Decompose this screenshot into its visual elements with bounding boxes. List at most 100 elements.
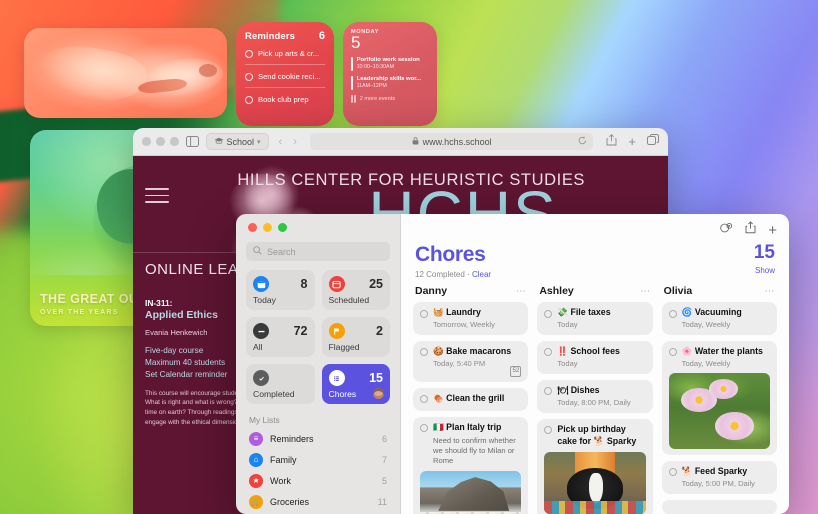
reminder-card[interactable]: Pick up birthday cake for 🐕 Sparky xyxy=(537,418,653,514)
attachment-badge[interactable]: 52 xyxy=(510,365,522,377)
task-meta: Today, Weekly xyxy=(681,319,731,329)
show-completed-button[interactable]: Show xyxy=(754,266,775,275)
sidebar-toggle-icon[interactable] xyxy=(185,136,199,147)
reminder-card[interactable]: 🌀 Vacuuming Today, Weekly xyxy=(661,302,777,335)
reminders-widget-item[interactable]: Book club prep xyxy=(245,88,325,110)
checkbox-circle-icon[interactable] xyxy=(245,72,253,81)
calendar-widget-more-events[interactable]: 2 more events xyxy=(351,94,429,103)
checkbox-circle-icon[interactable] xyxy=(544,309,553,318)
search-icon xyxy=(253,246,262,257)
safari-toolbar-right[interactable]: + xyxy=(606,133,659,151)
list-icon: ≡ xyxy=(249,431,263,446)
new-tab-icon[interactable]: + xyxy=(628,135,636,148)
tab-group-school[interactable]: School ▾ xyxy=(205,133,269,150)
checkbox-circle-icon[interactable] xyxy=(544,426,553,435)
task-emoji-icon: 🧺 xyxy=(433,307,444,317)
minimize-window-button[interactable] xyxy=(263,223,272,232)
share-people-icon[interactable] xyxy=(720,221,733,239)
checkbox-circle-icon[interactable] xyxy=(245,95,253,104)
forward-icon[interactable]: › xyxy=(293,136,297,148)
column-menu-button[interactable]: ⋯ xyxy=(640,286,651,297)
checkbox-circle-icon[interactable] xyxy=(420,424,428,433)
maximize-window-button[interactable] xyxy=(278,223,287,232)
reminders-app-window[interactable]: Search 8 Today 25 Scheduled 72 All 2 Fla… xyxy=(236,214,789,514)
photos-widget[interactable] xyxy=(24,28,227,118)
maximize-window-button[interactable] xyxy=(170,137,179,146)
task-emoji-icon: 🌸 xyxy=(681,345,693,356)
checkbox-circle-icon[interactable] xyxy=(544,348,553,357)
close-window-button[interactable] xyxy=(142,137,151,146)
task-attachment-image[interactable] xyxy=(544,452,646,514)
scheduled-icon xyxy=(328,276,345,292)
task-attachment-image[interactable] xyxy=(420,471,522,514)
calendar-widget-event[interactable]: Leadership skills wor... 11AM–12PM xyxy=(351,75,429,90)
task-attachment-image[interactable] xyxy=(668,372,770,449)
reminder-card[interactable]: 🍽 Dishes Today, 8:00 PM, Daily xyxy=(537,379,653,413)
dog-fur-shape xyxy=(36,39,150,109)
checkbox-circle-icon[interactable] xyxy=(420,348,428,357)
checkbox-circle-icon[interactable] xyxy=(245,49,253,58)
task-title: Vacuuming xyxy=(694,307,742,317)
flagged-label: Flagged xyxy=(328,342,360,352)
sidebar-item-flagged[interactable]: 2 Flagged xyxy=(321,317,390,357)
add-icon[interactable]: + xyxy=(768,223,777,238)
minimize-window-button[interactable] xyxy=(156,137,165,146)
column-menu-button[interactable]: ⋯ xyxy=(764,286,775,297)
reminder-card[interactable]: 💸 File taxes Today xyxy=(537,302,653,335)
task-title: Dishes xyxy=(570,384,600,395)
share-icon[interactable] xyxy=(745,221,756,239)
sidebar-item-today[interactable]: 8 Today xyxy=(246,270,315,310)
hamburger-menu-icon[interactable] xyxy=(145,188,169,208)
task-meta: Today, Weekly xyxy=(681,358,731,368)
task-title: Water the plants xyxy=(694,345,763,356)
reminder-card[interactable]: ‼️ School fees Today xyxy=(537,340,653,374)
my-lists-header: My Lists xyxy=(249,415,280,425)
tab-overview-icon[interactable] xyxy=(647,133,659,151)
sidebar-item-chores[interactable]: 15 Chores xyxy=(321,364,390,404)
safari-toolbar: School ▾ ‹ › www.hchs.school + xyxy=(133,128,668,156)
clear-completed-button[interactable]: Clear xyxy=(472,270,491,279)
column-menu-button[interactable]: ⋯ xyxy=(516,286,527,297)
search-input[interactable]: Search xyxy=(246,242,390,261)
sidebar-item-completed[interactable]: Completed xyxy=(246,364,315,404)
lock-icon xyxy=(412,136,419,147)
sidebar-list-item-family[interactable]: ⌂ Family 7 xyxy=(246,449,390,470)
task-title: Laundry xyxy=(446,307,481,317)
window-traffic-lights[interactable] xyxy=(142,137,179,146)
address-bar[interactable]: www.hchs.school xyxy=(309,133,594,150)
window-traffic-lights[interactable] xyxy=(246,214,390,242)
flower-shape xyxy=(709,378,738,399)
reminder-card[interactable]: 🌸 Water the plants Today, Weekly xyxy=(661,340,777,455)
sidebar-list-item-work[interactable]: ★ Work 5 xyxy=(246,470,390,491)
close-window-button[interactable] xyxy=(248,223,257,232)
reminder-card[interactable]: 🧺 Laundry Tomorrow, Weekly xyxy=(413,302,529,335)
more-events-label: 2 more events xyxy=(359,95,396,102)
sidebar-list-item-groceries[interactable]: 🛒 Groceries 11 xyxy=(246,491,390,512)
sidebar-list-item-reminders[interactable]: ≡ Reminders 6 xyxy=(246,428,390,449)
reminders-widget[interactable]: Reminders 6 Pick up arts & cr... Send co… xyxy=(236,22,334,126)
calendar-widget-event[interactable]: Portfolio work session 10:00–10:30AM xyxy=(351,56,429,71)
reminders-widget-item[interactable]: Pick up arts & cr... xyxy=(245,42,325,65)
reminder-card[interactable]: 🍪 Bake macarons Today, 5:40 PM 52 xyxy=(413,340,529,382)
checkbox-circle-icon[interactable] xyxy=(544,387,553,396)
reminder-card[interactable]: 🐕 Feed Sparky Today, 5:00 PM, Daily xyxy=(661,460,777,494)
reminder-card[interactable]: 🇮🇹 Plan Italy trip Need to confirm wheth… xyxy=(413,416,529,514)
checkbox-circle-icon[interactable] xyxy=(668,468,677,477)
share-icon[interactable] xyxy=(606,133,617,151)
checkbox-circle-icon[interactable] xyxy=(420,309,428,318)
task-meta: Today xyxy=(557,358,578,368)
reload-icon[interactable] xyxy=(578,136,587,147)
list-name: Family xyxy=(270,454,297,465)
checkbox-circle-icon[interactable] xyxy=(420,395,428,404)
reminder-card[interactable] xyxy=(661,499,777,514)
reminder-card[interactable]: 🍖 Clean the grill xyxy=(413,387,529,411)
calendar-widget[interactable]: MONDAY 5 Portfolio work session 10:00–10… xyxy=(343,22,437,126)
checkbox-circle-icon[interactable] xyxy=(668,348,677,357)
sidebar-item-all[interactable]: 72 All xyxy=(246,317,315,357)
flower-shape xyxy=(715,412,754,440)
checkbox-circle-icon[interactable] xyxy=(668,309,677,318)
safari-nav-buttons[interactable]: ‹ › xyxy=(279,136,297,148)
reminders-widget-item[interactable]: Send cookie reci... xyxy=(245,65,325,88)
sidebar-item-scheduled[interactable]: 25 Scheduled xyxy=(321,270,390,310)
back-icon[interactable]: ‹ xyxy=(279,136,283,148)
